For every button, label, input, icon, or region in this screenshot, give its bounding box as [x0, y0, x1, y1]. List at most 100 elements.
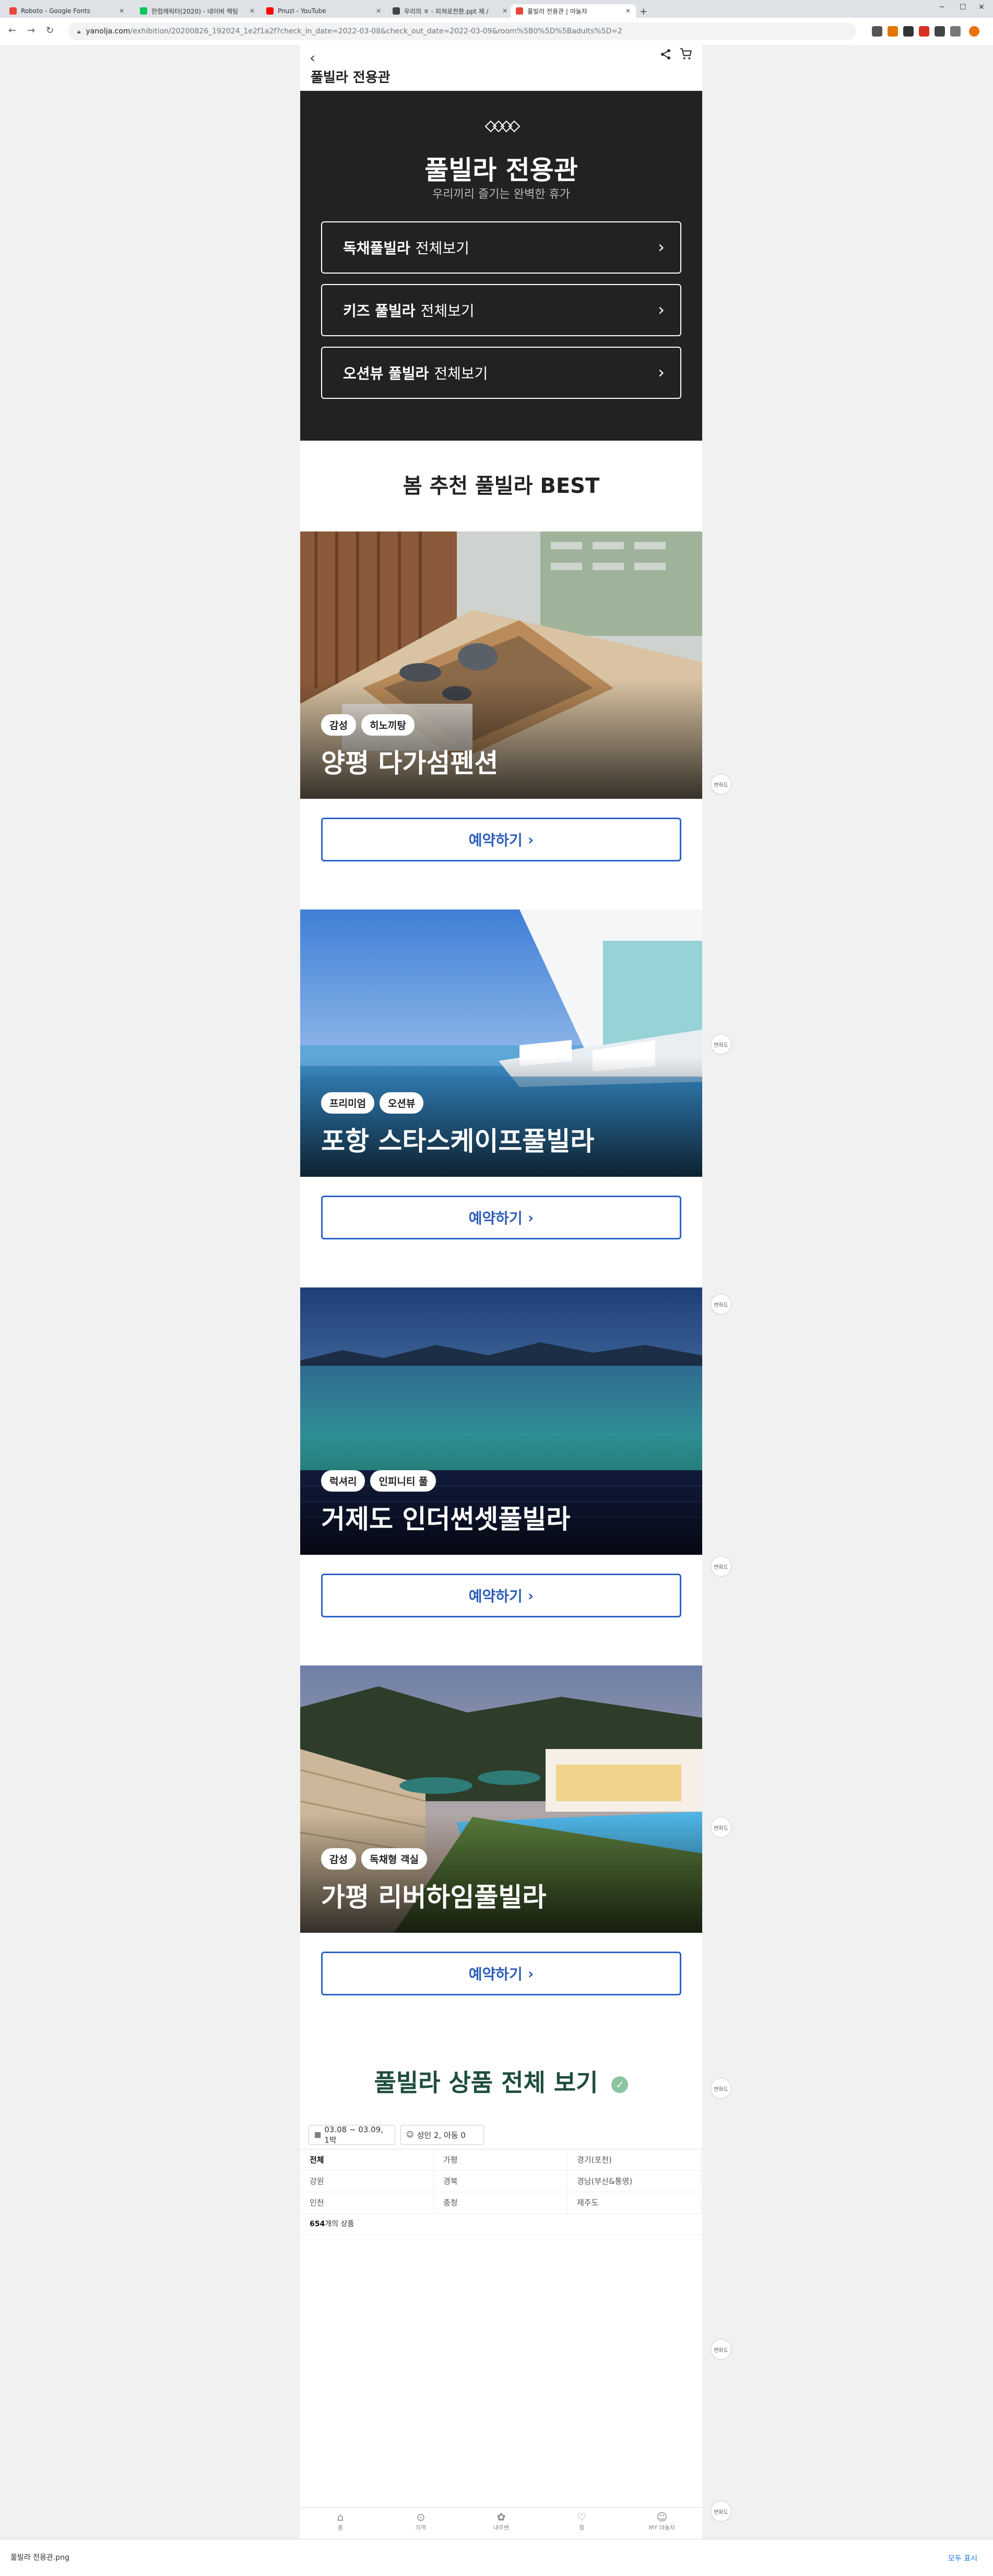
- tab-favicon-icon: [516, 7, 523, 15]
- tab-favicon-icon: [140, 7, 147, 15]
- image-gradient: [300, 1435, 702, 1555]
- region-tab[interactable]: 가평: [434, 2149, 568, 2170]
- address-bar[interactable]: 🔒︎ yanolja.com /exhibition/20200826_1920…: [68, 22, 856, 40]
- tag-list: 감성 히노끼탕: [321, 714, 415, 736]
- forward-arrow-icon[interactable]: →: [27, 25, 35, 36]
- profile-avatar-icon[interactable]: [969, 26, 979, 37]
- reserve-button[interactable]: 예약하기 ›: [321, 1952, 681, 1995]
- tab-close-icon[interactable]: ✕: [119, 7, 124, 15]
- chevron-right-icon: ›: [527, 1209, 534, 1226]
- nav-wishlist[interactable]: ♡ 찜: [541, 2508, 622, 2539]
- nav-region[interactable]: ⊙ 지역: [381, 2508, 461, 2539]
- region-tab[interactable]: 제주도: [568, 2192, 701, 2213]
- villa-photo[interactable]: 감성 히노끼탕 양평 다가섬펜션: [300, 531, 702, 799]
- side-floating-button[interactable]: 변화도: [711, 2501, 731, 2522]
- reserve-button[interactable]: 예약하기 ›: [321, 1196, 681, 1239]
- filter-bar: ▦ 03.08 ~ 03.09, 1박 ☺ 성인 2, 아동 0: [300, 2122, 702, 2149]
- all-products-title: 풀빌라 상품 전체 보기 ✓: [300, 2043, 702, 2122]
- image-gradient: [300, 1057, 702, 1177]
- lock-icon: 🔒︎: [77, 27, 81, 35]
- view-all-private-villa-button[interactable]: 독채풀빌라 전체보기 ›: [321, 221, 681, 274]
- side-floating-button[interactable]: 변화도: [711, 1556, 731, 1577]
- show-all-downloads-link[interactable]: 모두 표시: [948, 2553, 977, 2563]
- region-tab[interactable]: 경기(포천): [568, 2149, 701, 2170]
- chevron-right-icon: ›: [658, 300, 665, 320]
- date-filter-button[interactable]: ▦ 03.08 ~ 03.09, 1박: [309, 2125, 395, 2145]
- side-floating-button[interactable]: 변화도: [711, 1294, 731, 1315]
- villa-name[interactable]: 가평 리버하임풀빌라: [321, 1876, 546, 1914]
- browser-tab[interactable]: 우리의 ㅎ - 피쳐로전환.ppt 제 / ✕: [387, 4, 513, 18]
- villa-name[interactable]: 거제도 인더썬셋풀빌라: [321, 1498, 570, 1536]
- nav-home[interactable]: ⌂ 홈: [300, 2508, 381, 2539]
- nav-label: 찜: [578, 2524, 585, 2531]
- region-tab[interactable]: 전체: [300, 2149, 434, 2170]
- card-footer: 예약하기 ›: [300, 1555, 702, 1665]
- browser-tab[interactable]: Roboto - Google Fonts ✕: [4, 4, 129, 18]
- chevron-right-icon: ›: [527, 1965, 534, 1982]
- region-tab[interactable]: 인천: [300, 2192, 434, 2213]
- button-label: 전체보기: [420, 302, 475, 320]
- reload-icon[interactable]: ↻: [46, 25, 54, 36]
- region-row: 인천 충청 제주도: [300, 2192, 702, 2214]
- side-floating-button[interactable]: 변화도: [711, 1034, 731, 1055]
- guest-filter-button[interactable]: ☺ 성인 2, 아동 0: [400, 2125, 484, 2145]
- browser-toolbar: ← → ↻ 🔒︎ yanolja.com /exhibition/2020082…: [0, 18, 993, 45]
- download-item[interactable]: 풀빌라 전용관.png: [10, 2552, 69, 2562]
- tab-label: 풀빌라 전용관 | 야놀자: [527, 7, 587, 15]
- button-label-bold: 독채풀빌라: [343, 240, 410, 257]
- villa-photo[interactable]: 럭셔리 인피니티 풀 거제도 인더썬셋풀빌라: [300, 1287, 702, 1555]
- browser-tab-active[interactable]: 풀빌라 전용관 | 야놀자 ✕: [511, 4, 636, 18]
- side-floating-button[interactable]: 변화도: [711, 2078, 731, 2099]
- region-tab[interactable]: 강원: [300, 2171, 434, 2192]
- back-icon[interactable]: ‹: [310, 49, 315, 66]
- cart-icon[interactable]: [679, 47, 695, 63]
- extension-icon[interactable]: [888, 26, 898, 37]
- button-label: 전체보기: [434, 365, 488, 382]
- villa-name[interactable]: 양평 다가섬펜션: [321, 742, 498, 780]
- close-window-icon[interactable]: ✕: [978, 3, 985, 11]
- extension-icon[interactable]: [919, 26, 929, 37]
- button-label-bold: 오션뷰 풀빌라: [343, 365, 429, 382]
- region-tab[interactable]: 경북: [434, 2171, 568, 2192]
- extension-icon[interactable]: [935, 26, 945, 37]
- extension-icon[interactable]: [950, 26, 961, 37]
- view-all-kids-villa-button[interactable]: 키즈 풀빌라 전체보기 ›: [321, 284, 681, 336]
- new-tab-button[interactable]: +: [640, 6, 647, 17]
- calendar-icon: ▦: [314, 2131, 322, 2139]
- user-icon: ☺: [656, 2511, 668, 2523]
- share-icon[interactable]: [659, 48, 672, 64]
- extension-icon[interactable]: [903, 26, 914, 37]
- nav-nearby[interactable]: ✿ 내주변: [461, 2508, 541, 2539]
- page-header: ‹ 풀빌라 전용관: [300, 45, 702, 91]
- card-footer: 예약하기 ›: [300, 1177, 702, 1287]
- browser-tab[interactable]: Pnuzi - YouTube ✕: [261, 4, 386, 18]
- reserve-button[interactable]: 예약하기 ›: [321, 1574, 681, 1617]
- tab-close-icon[interactable]: ✕: [625, 7, 631, 15]
- bottom-navigation: ⌂ 홈 ⊙ 지역 ✿ 내주변 ♡ 찜 ☺ MY 야놀자: [300, 2507, 702, 2539]
- villa-card: 프리미엄 오션뷰 포항 스타스케이프풀빌라 예약하기 ›: [300, 909, 702, 1287]
- villa-photo[interactable]: 감성 독채형 객실 가평 리버하임풀빌라: [300, 1665, 702, 1933]
- extension-icon[interactable]: [872, 26, 882, 37]
- villa-name[interactable]: 포항 스타스케이프풀빌라: [321, 1120, 594, 1158]
- browser-tab[interactable]: 한컴캐릭터(2020) - 네이버 책팀 ✕: [135, 4, 260, 18]
- reserve-label: 예약하기: [468, 1588, 523, 1605]
- villa-photo[interactable]: 프리미엄 오션뷰 포항 스타스케이프풀빌라: [300, 909, 702, 1177]
- view-all-oceanview-villa-button[interactable]: 오션뷰 풀빌라 전체보기 ›: [321, 347, 681, 399]
- back-arrow-icon[interactable]: ←: [8, 25, 16, 36]
- hero-banner: 풀빌라 전용관 우리끼리 즐기는 완벽한 휴가 독채풀빌라 전체보기 › 키즈 …: [300, 91, 702, 441]
- reserve-button[interactable]: 예약하기 ›: [321, 818, 681, 861]
- chevron-right-icon: ›: [527, 1587, 534, 1604]
- all-products-title-text: 풀빌라 상품 전체 보기: [374, 2069, 598, 2097]
- tab-close-icon[interactable]: ✕: [376, 7, 381, 15]
- maximize-icon[interactable]: ☐: [960, 3, 966, 11]
- nav-my[interactable]: ☺ MY 야놀자: [622, 2508, 702, 2539]
- region-tab[interactable]: 충청: [434, 2192, 568, 2213]
- side-floating-button[interactable]: 변화도: [711, 1817, 731, 1838]
- tab-close-icon[interactable]: ✕: [250, 7, 255, 15]
- region-tab[interactable]: 경남(부산&통영): [568, 2171, 701, 2192]
- side-floating-button[interactable]: 변화도: [711, 2339, 731, 2360]
- tab-close-icon[interactable]: ✕: [502, 7, 507, 15]
- card-footer: 예약하기 ›: [300, 1933, 702, 2043]
- minimize-icon[interactable]: ─: [940, 3, 944, 11]
- side-floating-button[interactable]: 변화도: [711, 774, 731, 795]
